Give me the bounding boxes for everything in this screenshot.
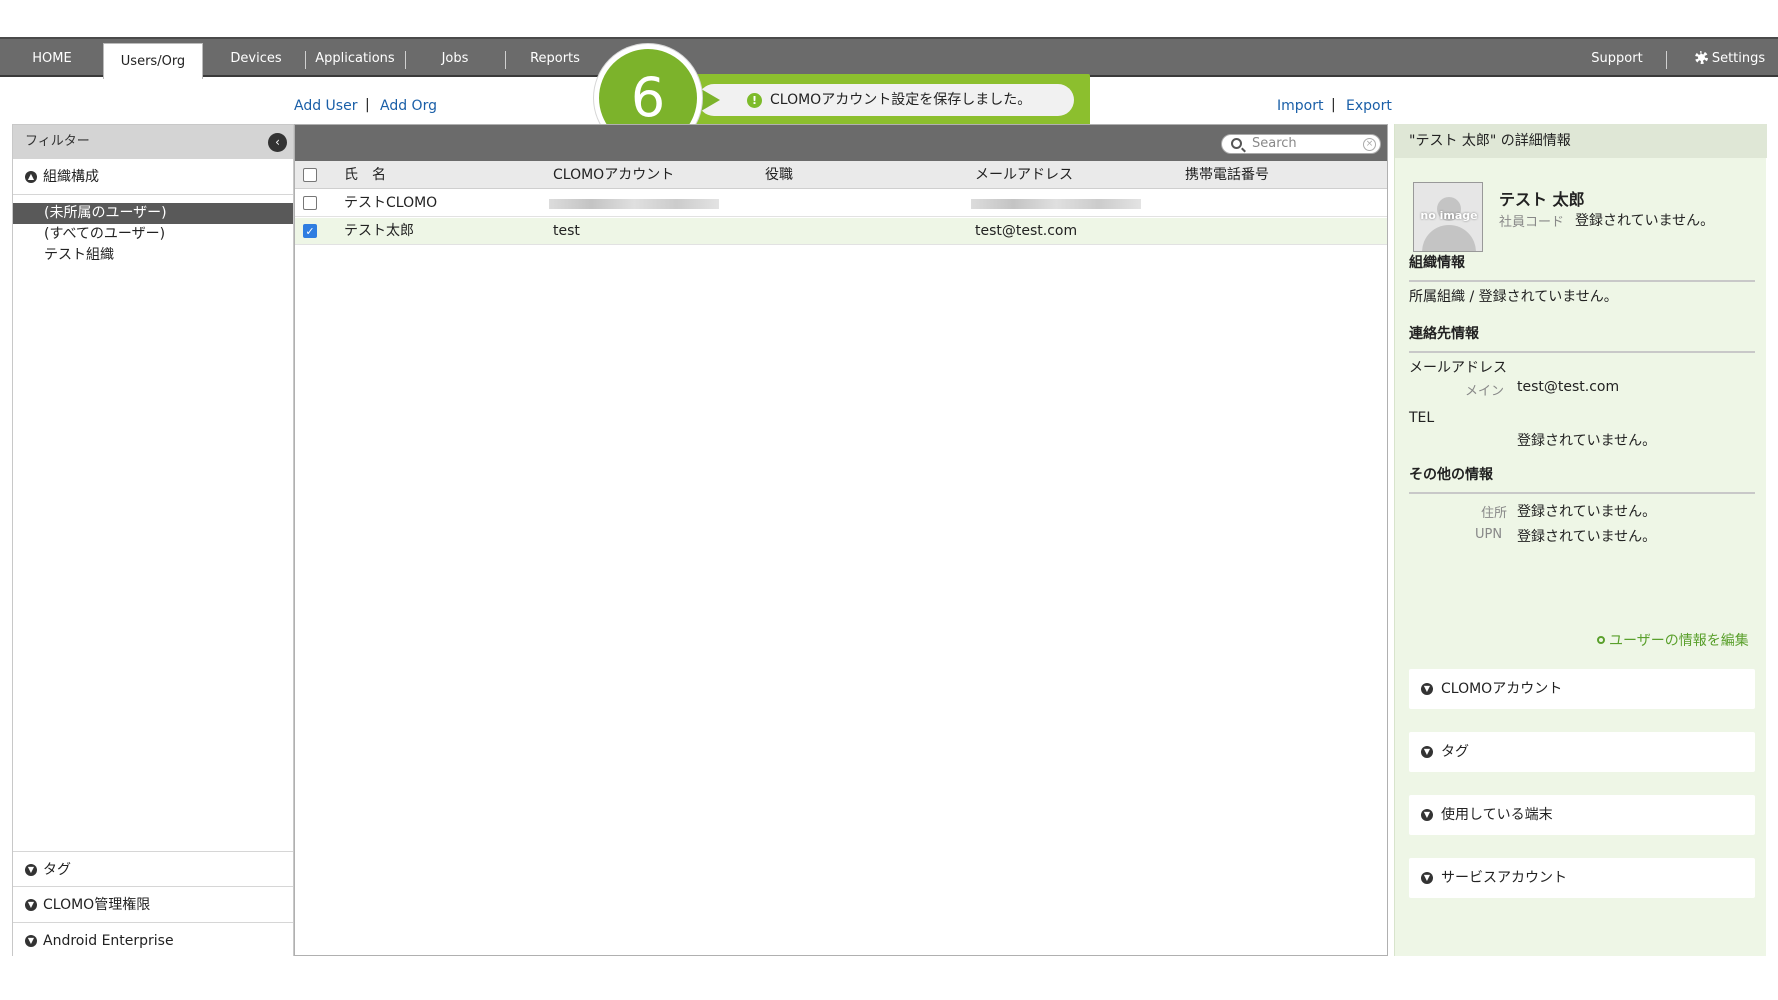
org-item-unassigned[interactable]: (未所属のユーザー)	[13, 203, 293, 224]
nav-tab-jobs[interactable]: Jobs	[420, 39, 490, 77]
tel-label: TEL	[1409, 410, 1435, 426]
edit-circle-icon	[1597, 636, 1605, 644]
filter-section-tag[interactable]: ▼ タグ	[13, 851, 293, 887]
accordion-service-account[interactable]: ▼ サービスアカウント	[1409, 858, 1755, 898]
filter-section-tag-label: タグ	[43, 862, 71, 878]
collapse-panel-icon[interactable]: ‹	[268, 133, 287, 152]
email-main-value: test@test.com	[1517, 379, 1620, 395]
upn-label: UPN	[1475, 527, 1503, 542]
nav-tab-applications[interactable]: Applications	[312, 39, 398, 77]
cell-name: テストCLOMO	[344, 195, 438, 211]
alert-icon: !	[747, 93, 762, 108]
nav-separator	[1666, 51, 1667, 69]
chevron-down-icon: ▼	[25, 864, 37, 876]
action-separator: |	[1331, 97, 1336, 113]
employee-code-label: 社員コード	[1499, 215, 1565, 230]
accordion-service-account-label: サービスアカウント	[1441, 870, 1567, 886]
nav-tab-reports[interactable]: Reports	[520, 39, 590, 77]
redacted-account	[549, 199, 719, 209]
avatar: no image	[1413, 182, 1483, 252]
nav-support[interactable]: Support	[1582, 39, 1652, 77]
table-row[interactable]: ✓ テスト太郎 test test@test.com	[295, 218, 1387, 245]
address-label: 住所	[1481, 506, 1508, 521]
section-org-info: 組織情報	[1409, 252, 1755, 282]
add-org-link[interactable]: Add Org	[380, 98, 437, 114]
edit-user-info-label: ユーザーの情報を編集	[1609, 633, 1749, 649]
detail-header: "テスト 太郎" の詳細情報	[1395, 124, 1767, 158]
column-header-title[interactable]: 役職	[765, 161, 793, 189]
chevron-down-icon: ▼	[25, 935, 37, 947]
filter-header: フィルター ‹	[13, 125, 293, 159]
nav-tab-users-org[interactable]: Users/Org	[103, 43, 203, 79]
filter-panel: フィルター ‹ ▲ 組織構成 (未所属のユーザー) (すべてのユーザー) テスト…	[12, 124, 294, 959]
filter-section-android-enterprise-label: Android Enterprise	[43, 933, 174, 949]
address-value: 登録されていません。	[1517, 504, 1657, 520]
nav-settings[interactable]: Settings	[1680, 39, 1778, 77]
section-contact-info: 連絡先情報	[1409, 323, 1755, 353]
nav-settings-label: Settings	[1711, 51, 1766, 66]
section-other-info: その他の情報	[1409, 464, 1755, 494]
chevron-up-icon: ▲	[25, 171, 37, 183]
accordion-tags[interactable]: ▼ タグ	[1409, 732, 1755, 772]
search-icon	[1231, 138, 1242, 149]
accordion-tags-label: タグ	[1441, 744, 1469, 760]
export-link[interactable]: Export	[1346, 98, 1392, 114]
org-affiliation: 所属組織 / 登録されていません。	[1409, 289, 1618, 305]
column-header-email[interactable]: メールアドレス	[975, 161, 1073, 189]
avatar-body-shape	[1422, 225, 1476, 251]
chevron-down-icon: ▼	[1421, 809, 1433, 821]
filter-section-admin-rights-label: CLOMO管理権限	[43, 897, 151, 913]
column-header-name[interactable]: 氏 名	[344, 161, 386, 189]
user-detail-panel: "テスト 太郎" の詳細情報 no image テスト 太郎 社員コード 登録さ…	[1394, 124, 1767, 956]
avatar-placeholder-text: no image	[1420, 209, 1478, 222]
nav-separator	[505, 51, 506, 69]
edit-user-info-link[interactable]: ユーザーの情報を編集	[1597, 630, 1749, 650]
row-checkbox[interactable]	[303, 196, 317, 210]
cell-email: test@test.com	[975, 223, 1078, 239]
filter-section-admin-rights[interactable]: ▼ CLOMO管理権限	[13, 887, 293, 923]
gear-icon	[1694, 51, 1708, 64]
chevron-down-icon: ▼	[1421, 746, 1433, 758]
email-main-label: メイン	[1465, 384, 1505, 399]
cell-account: test	[553, 223, 580, 239]
filter-section-org[interactable]: ▲ 組織構成	[13, 159, 293, 195]
accordion-clomo-account[interactable]: ▼ CLOMOアカウント	[1409, 669, 1755, 709]
select-all-checkbox[interactable]	[303, 168, 317, 182]
top-nav-bar: HOME Users/Org Devices Applications Jobs…	[0, 37, 1778, 79]
user-full-name: テスト 太郎	[1499, 190, 1585, 209]
table-row[interactable]: テストCLOMO	[295, 190, 1387, 217]
chevron-down-icon: ▼	[1421, 872, 1433, 884]
filter-section-android-enterprise[interactable]: ▼ Android Enterprise	[13, 923, 293, 959]
nav-separator	[305, 51, 306, 69]
cell-name: テスト太郎	[344, 223, 414, 239]
nav-tab-devices[interactable]: Devices	[222, 39, 290, 77]
chevron-down-icon: ▼	[1421, 683, 1433, 695]
redacted-email	[971, 199, 1141, 209]
import-link[interactable]: Import	[1277, 98, 1323, 114]
employee-code-value: 登録されていません。	[1575, 213, 1715, 229]
filter-title: フィルター	[25, 134, 90, 149]
table-toolbar: Search ×	[295, 125, 1387, 161]
accordion-clomo-account-label: CLOMOアカウント	[1441, 681, 1563, 697]
column-header-account[interactable]: CLOMOアカウント	[553, 161, 674, 189]
accordion-devices-in-use[interactable]: ▼ 使用している端末	[1409, 795, 1755, 835]
table-header: 氏 名 CLOMOアカウント 役職 メールアドレス 携帯電話番号	[295, 161, 1387, 189]
column-header-phone[interactable]: 携帯電話番号	[1185, 161, 1269, 189]
accordion-devices-in-use-label: 使用している端末	[1441, 807, 1553, 823]
tel-value: 登録されていません。	[1517, 433, 1657, 449]
row-checkbox-checked[interactable]: ✓	[303, 224, 317, 238]
action-separator: |	[365, 97, 370, 113]
org-item-test-org[interactable]: テスト組織	[13, 245, 293, 266]
nav-tab-home[interactable]: HOME	[20, 39, 84, 77]
chevron-down-icon: ▼	[25, 899, 37, 911]
upn-value: 登録されていません。	[1517, 529, 1657, 545]
user-table-panel: Search × 氏 名 CLOMOアカウント 役職 メールアドレス 携帯電話番…	[294, 124, 1388, 956]
org-item-all-users[interactable]: (すべてのユーザー)	[13, 224, 293, 245]
nav-separator	[405, 51, 406, 69]
filter-section-org-label: 組織構成	[43, 169, 99, 185]
clear-search-icon[interactable]: ×	[1363, 138, 1376, 151]
email-label: メールアドレス	[1409, 360, 1507, 376]
add-user-link[interactable]: Add User	[294, 98, 357, 114]
